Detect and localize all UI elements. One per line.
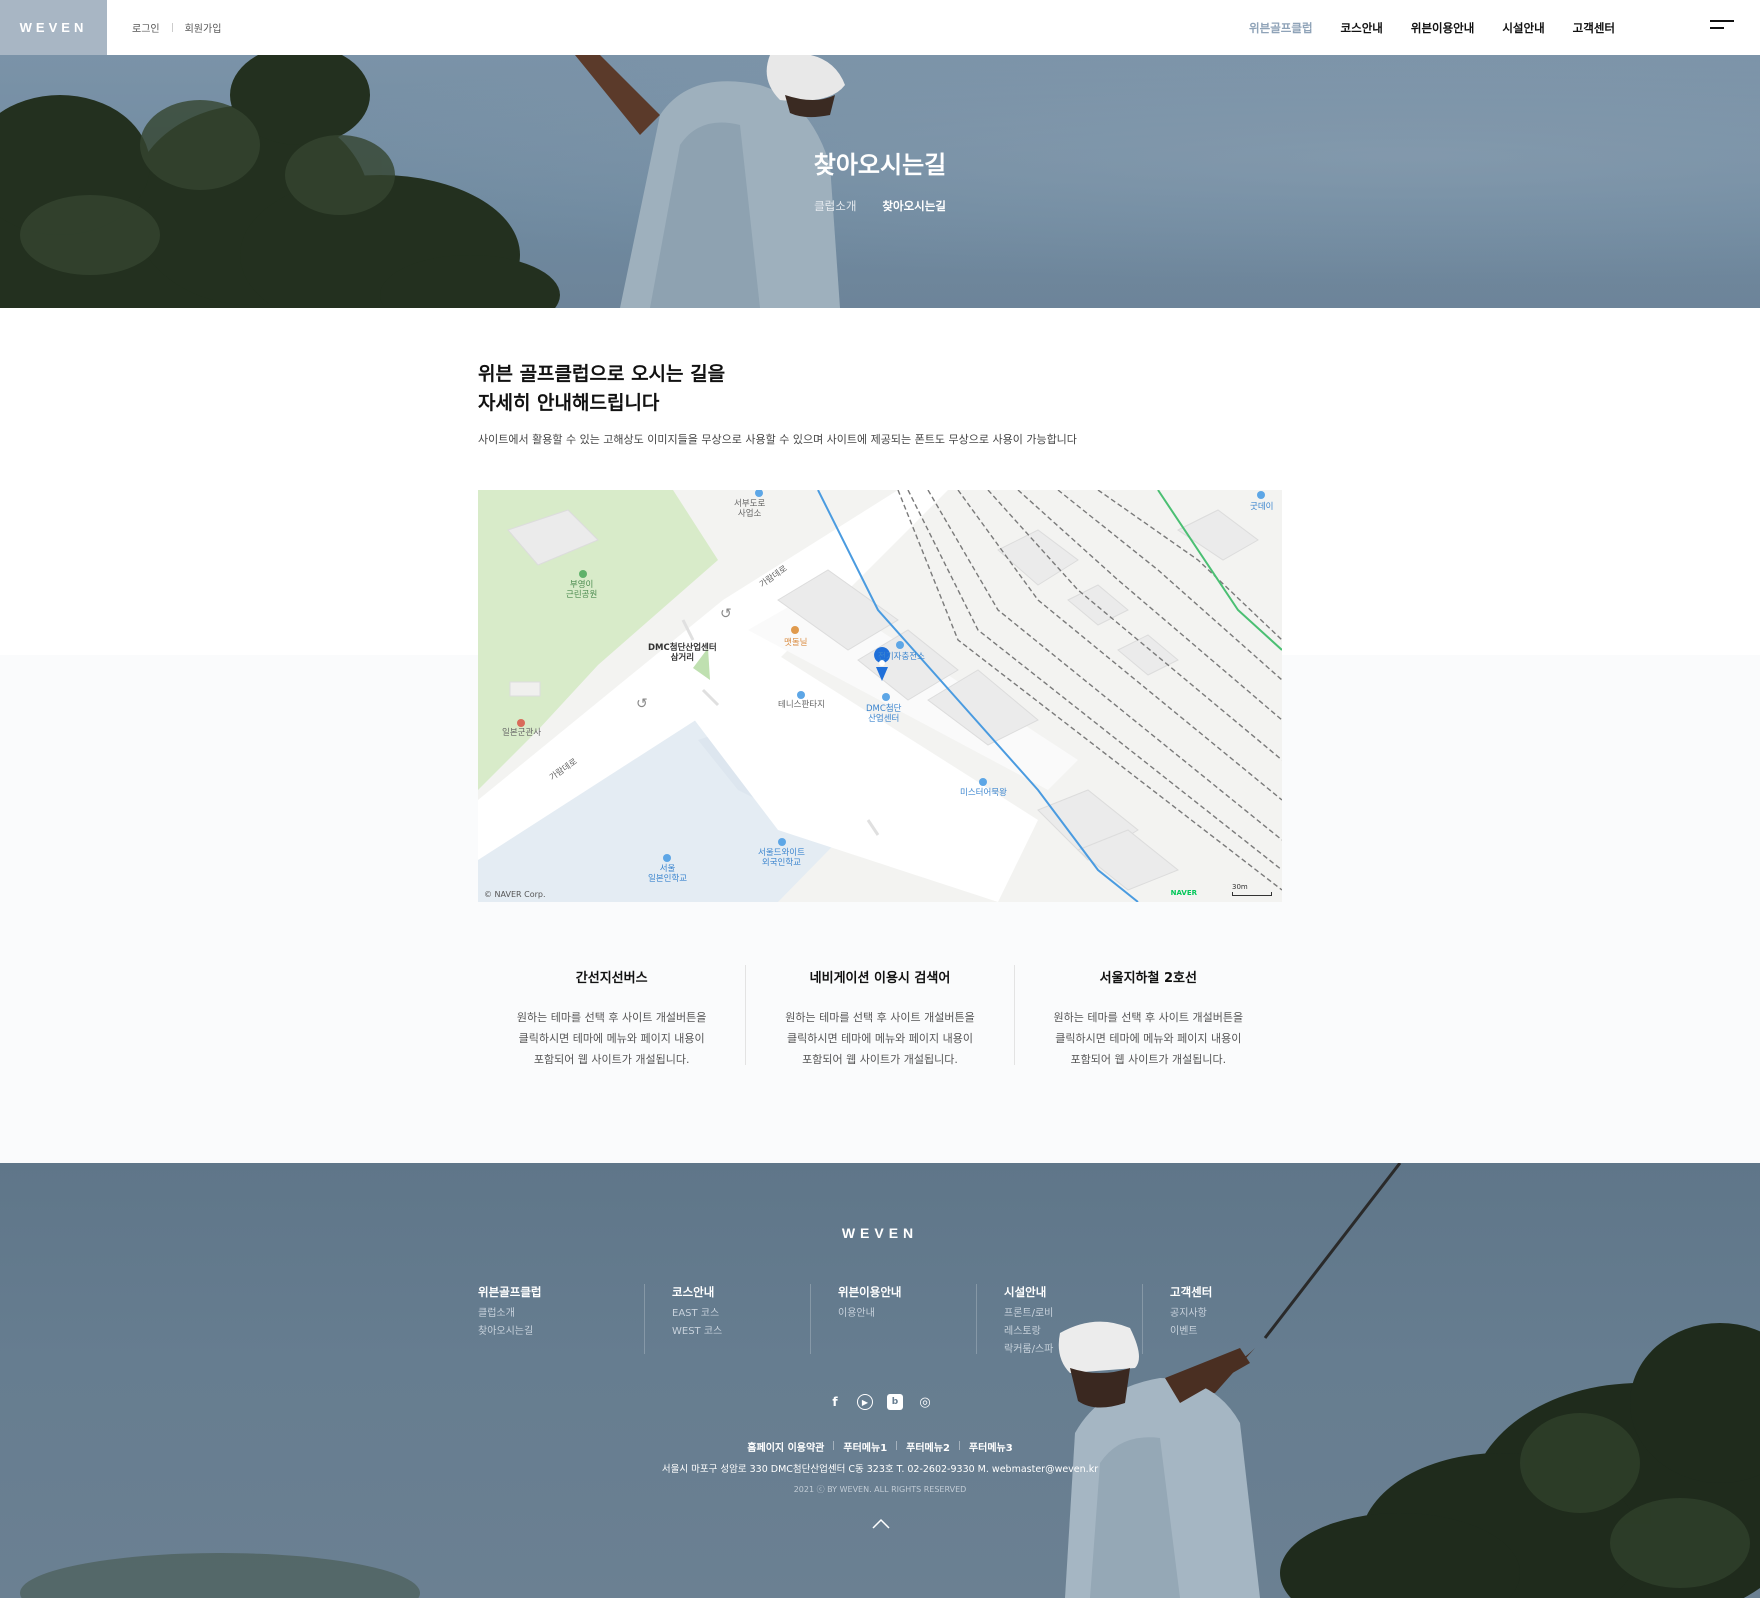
map-label-park: 부영이 근린공원 bbox=[566, 580, 598, 600]
footer-link-divider bbox=[833, 1441, 835, 1450]
footer-address: 서울시 마포구 성암로 330 DMC첨단산업센터 C동 323호 T. 02-… bbox=[661, 1464, 1099, 1475]
map-label-station: 굿데이 bbox=[1250, 502, 1274, 512]
login-link[interactable]: 로그인 bbox=[132, 20, 160, 35]
nav-item-usage-guide[interactable]: 위븐이용안내 bbox=[1411, 20, 1474, 36]
location-map[interactable]: ↺ ↺ 서부도로 사업소 부영이 근린공원 DMC첨단산업센터 삼거리 맷돌닐 전기자… bbox=[478, 490, 1282, 902]
footer-nav-title-club[interactable]: 위븐골프클럽 bbox=[478, 1284, 644, 1300]
footer-nav-item[interactable]: 클럽소개 bbox=[478, 1305, 644, 1323]
info-navigation: 네비게이션 이용시 검색어 원하는 테마를 선택 후 사이트 개설버튼을 클릭하… bbox=[746, 965, 1015, 1066]
breadcrumb: 클럽소개 찾아오시는길 bbox=[0, 198, 1760, 214]
info-navigation-text: 원하는 테마를 선택 후 사이트 개설버튼을 클릭하시면 테마에 메뉴와 페이지… bbox=[785, 1011, 975, 1066]
footer-link-divider bbox=[958, 1441, 960, 1450]
footer-nav-title-facilities[interactable]: 시설안내 bbox=[1004, 1284, 1142, 1300]
footer-link-menu3[interactable]: 푸터메뉴3 bbox=[969, 1439, 1013, 1454]
footer-nav-title-course[interactable]: 코스안내 bbox=[672, 1284, 810, 1300]
nav-item-weven-golf-club[interactable]: 위븐골프클럽 bbox=[1249, 20, 1312, 36]
info-navigation-title: 네비게이션 이용시 검색어 bbox=[809, 971, 951, 986]
scroll-top-chevron-icon[interactable] bbox=[872, 1518, 890, 1530]
site-footer: WEVEN 위븐골프클럽 클럽소개 찾아오시는길 코스안내 EAST 코스 WE… bbox=[0, 1163, 1760, 1598]
footer-nav-col-customer: 고객센터 공지사항 이벤트 bbox=[1142, 1284, 1308, 1354]
footer-nav-col-course: 코스안내 EAST 코스 WEST 코스 bbox=[644, 1284, 810, 1354]
map-label-center: DMC첨단 산업센터 bbox=[866, 704, 902, 724]
instagram-icon[interactable]: ◎ bbox=[917, 1394, 933, 1410]
footer-link-terms[interactable]: 홈페이지 이용약관 bbox=[747, 1439, 824, 1454]
footer-nav-col-club: 위븐골프클럽 클럽소개 찾아오시는길 bbox=[478, 1284, 644, 1354]
map-scale-label: 30m bbox=[1232, 883, 1248, 891]
nav-item-customer-center[interactable]: 고객센터 bbox=[1573, 20, 1615, 36]
map-credit: © NAVER Corp. bbox=[484, 890, 546, 899]
hero-background-illustration bbox=[0, 55, 845, 308]
page-title: 찾아오시는길 bbox=[813, 151, 947, 179]
site-header: WEVEN 로그인 회원가입 위븐골프클럽 코스안내 위븐이용안내 시설안내 고… bbox=[0, 0, 1760, 55]
facebook-icon[interactable]: f bbox=[827, 1394, 843, 1410]
directions-info: 간선지선버스 원하는 테마를 선택 후 사이트 개설버튼을 클릭하시면 테마에 … bbox=[478, 965, 1282, 1066]
youtube-icon[interactable]: ▶ bbox=[857, 1394, 873, 1410]
map-label-charger: 전기자충전소 bbox=[878, 652, 925, 662]
intro-heading: 위븐 골프클럽으로 오시는 길을 자세히 안내해드립니다 bbox=[478, 360, 1282, 418]
footer-links: 홈페이지 이용약관 푸터메뉴1 푸터메뉴2 푸터메뉴3 bbox=[0, 1439, 1760, 1454]
footer-nav-col-facilities: 시설안내 프론트/로비 레스토랑 락커룸/스파 bbox=[976, 1284, 1142, 1355]
intro-description: 사이트에서 활용할 수 있는 고해상도 이미지들을 무상으로 사용할 수 있으며… bbox=[478, 433, 1077, 446]
map-label-consulate: 일본군관사 bbox=[502, 728, 542, 738]
map-label-intersection: DMC첨단산업센터 삼거리 bbox=[648, 643, 717, 663]
footer-link-menu2[interactable]: 푸터메뉴2 bbox=[906, 1439, 950, 1454]
footer-nav-item[interactable]: 찾아오시는길 bbox=[478, 1323, 644, 1341]
info-subway-title: 서울지하철 2호선 bbox=[1099, 971, 1197, 986]
intro-section: 위븐 골프클럽으로 오시는 길을 자세히 안내해드립니다 사이트에서 활용할 수… bbox=[478, 360, 1282, 447]
hero-banner: 찾아오시는길 클럽소개 찾아오시는길 bbox=[0, 55, 1760, 308]
map-label-tennis: 테니스판타지 bbox=[778, 700, 825, 710]
nav-item-course[interactable]: 코스안내 bbox=[1341, 20, 1383, 36]
footer-nav-item[interactable]: 공지사항 bbox=[1170, 1305, 1308, 1323]
footer-nav-item[interactable]: 이벤트 bbox=[1170, 1323, 1308, 1341]
footer-nav-item[interactable]: WEST 코스 bbox=[672, 1323, 810, 1341]
info-bus-text: 원하는 테마를 선택 후 사이트 개설버튼을 클릭하시면 테마에 메뉴와 페이지… bbox=[516, 1011, 707, 1066]
map-brand: NAVER bbox=[1170, 889, 1197, 897]
intro-heading-line1: 위븐 골프클럽으로 오시는 길을 bbox=[478, 363, 726, 385]
map-scale: 30m bbox=[1232, 883, 1272, 896]
breadcrumb-item-directions[interactable]: 찾아오시는길 bbox=[882, 198, 945, 214]
footer-nav-item[interactable]: 프론트/로비 bbox=[1004, 1305, 1142, 1323]
auth-links: 로그인 회원가입 bbox=[132, 20, 221, 35]
map-label-museum: 미스터어묵왕 bbox=[960, 788, 1007, 798]
footer-logo[interactable]: WEVEN bbox=[0, 1225, 1760, 1241]
map-canvas: ↺ ↺ bbox=[478, 490, 1282, 902]
breadcrumb-item-club-intro[interactable]: 클럽소개 bbox=[814, 198, 856, 214]
footer-nav-item[interactable]: 락커룸/스파 bbox=[1004, 1341, 1142, 1359]
map-label-office: 서부도로 사업소 bbox=[734, 499, 766, 519]
map-label-school-2: 서울드와이트 외국인학교 bbox=[758, 848, 805, 868]
info-subway: 서울지하철 2호선 원하는 테마를 선택 후 사이트 개설버튼을 클릭하시면 테… bbox=[1015, 965, 1282, 1066]
footer-nav-col-usage: 위븐이용안내 이용안내 bbox=[810, 1284, 976, 1354]
footer-nav-item[interactable]: 이용안내 bbox=[838, 1305, 976, 1323]
footer-copyright: 2021 ⓒ BY WEVEN. ALL RIGHTS RESERVED bbox=[793, 1485, 967, 1494]
nav-item-facilities[interactable]: 시설안내 bbox=[1502, 20, 1544, 36]
blog-icon[interactable]: b bbox=[887, 1394, 903, 1410]
footer-nav-title-customer[interactable]: 고객센터 bbox=[1170, 1284, 1308, 1300]
map-label-restaurant: 맷돌닐 bbox=[784, 638, 808, 648]
intro-heading-line2: 자세히 안내해드립니다 bbox=[478, 392, 660, 414]
footer-nav-item[interactable]: 레스토랑 bbox=[1004, 1323, 1142, 1341]
main-nav: 위븐골프클럽 코스안내 위븐이용안내 시설안내 고객센터 bbox=[1249, 0, 1615, 55]
footer-nav: 위븐골프클럽 클럽소개 찾아오시는길 코스안내 EAST 코스 WEST 코스 … bbox=[478, 1284, 1308, 1355]
footer-nav-title-usage[interactable]: 위븐이용안내 bbox=[838, 1284, 976, 1300]
footer-nav-item[interactable]: EAST 코스 bbox=[672, 1305, 810, 1323]
auth-divider bbox=[171, 23, 173, 32]
svg-text:↺: ↺ bbox=[720, 606, 732, 622]
svg-text:↺: ↺ bbox=[636, 696, 648, 712]
map-label-school-1: 서울 일본인학교 bbox=[648, 864, 688, 884]
footer-link-divider bbox=[896, 1441, 898, 1450]
footer-link-menu1[interactable]: 푸터메뉴1 bbox=[843, 1439, 887, 1454]
info-bus-title: 간선지선버스 bbox=[575, 971, 648, 986]
hamburger-menu-icon[interactable] bbox=[1710, 20, 1734, 34]
social-links: f ▶ b ◎ bbox=[0, 1394, 1760, 1410]
signup-link[interactable]: 회원가입 bbox=[185, 20, 222, 35]
site-logo[interactable]: WEVEN bbox=[0, 0, 107, 55]
info-bus: 간선지선버스 원하는 테마를 선택 후 사이트 개설버튼을 클릭하시면 테마에 … bbox=[478, 965, 747, 1066]
info-subway-text: 원하는 테마를 선택 후 사이트 개설버튼을 클릭하시면 테마에 메뉴와 페이지… bbox=[1053, 1011, 1244, 1066]
